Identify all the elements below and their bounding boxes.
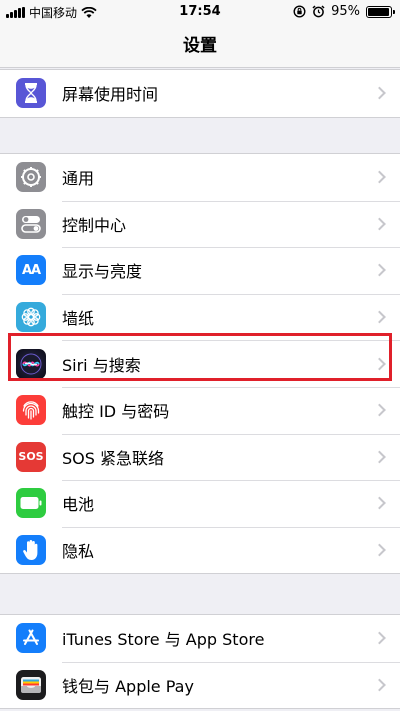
siri-icon xyxy=(16,348,46,379)
toggles-icon xyxy=(16,208,46,239)
settings-item-control-center[interactable]: 控制中心 xyxy=(0,200,400,248)
app-store-icon xyxy=(16,623,46,654)
chevron-right-icon xyxy=(373,631,386,645)
settings-item-wallet-apple-pay[interactable]: 钱包与 Apple Pay xyxy=(0,661,400,709)
settings-item-emergency-sos[interactable]: SOS SOS 紧急联络 xyxy=(0,433,400,481)
settings-item-screen-time[interactable]: 屏幕使用时间 xyxy=(0,70,400,117)
settings-item-label: 隐私 xyxy=(62,542,95,562)
flower-icon xyxy=(16,302,46,333)
settings-item-label: 显示与亮度 xyxy=(62,262,143,282)
display-aa-icon: AA xyxy=(16,255,46,286)
status-right: 95% xyxy=(293,4,395,19)
fingerprint-icon xyxy=(16,395,46,426)
aa-glyph: AA xyxy=(21,262,41,278)
hourglass-icon xyxy=(16,78,46,109)
orientation-lock-icon xyxy=(293,5,306,18)
settings-item-touch-id-passcode[interactable]: 触控 ID 与密码 xyxy=(0,386,400,434)
settings-group-2: 通用 控制中心 AA 显示与亮度 墙纸 Siri 与搜索 触控 ID 与密码 S… xyxy=(0,153,400,575)
settings-item-label: 控制中心 xyxy=(62,215,127,235)
settings-item-label: SOS 紧急联络 xyxy=(62,448,164,468)
chevron-right-icon xyxy=(373,310,386,324)
settings-item-label: 触控 ID 与密码 xyxy=(62,402,170,422)
sos-glyph: SOS xyxy=(18,450,44,464)
chevron-right-icon xyxy=(373,170,386,184)
settings-item-label: 钱包与 Apple Pay xyxy=(62,676,194,696)
hand-icon xyxy=(16,535,46,566)
chevron-right-icon xyxy=(373,543,386,557)
settings-group-3: iTunes Store 与 App Store 钱包与 Apple Pay xyxy=(0,614,400,710)
chevron-right-icon xyxy=(373,450,386,464)
chevron-right-icon xyxy=(373,497,386,510)
settings-group-1: 屏幕使用时间 xyxy=(0,69,400,118)
settings-item-itunes-app-store[interactable]: iTunes Store 与 App Store xyxy=(0,615,400,662)
settings-item-privacy[interactable]: 隐私 xyxy=(0,526,400,574)
chevron-right-icon xyxy=(373,86,386,100)
settings-item-label: 通用 xyxy=(62,169,95,189)
gear-icon xyxy=(16,162,46,193)
settings-item-general[interactable]: 通用 xyxy=(0,154,400,201)
settings-item-label: Siri 与搜索 xyxy=(62,355,141,375)
settings-item-label: 屏幕使用时间 xyxy=(62,85,159,105)
settings-item-wallpaper[interactable]: 墙纸 xyxy=(0,293,400,341)
chevron-right-icon xyxy=(373,264,386,277)
battery-percent: 95% xyxy=(331,4,360,19)
battery-status-icon xyxy=(366,5,395,18)
chevron-right-icon xyxy=(373,357,386,371)
settings-item-siri-search[interactable]: Siri 与搜索 xyxy=(0,340,400,387)
page-title: 设置 xyxy=(0,24,400,68)
alarm-icon xyxy=(312,5,325,18)
battery-icon xyxy=(16,488,46,519)
chevron-right-icon xyxy=(373,217,386,231)
settings-item-label: 电池 xyxy=(62,495,95,515)
settings-item-label: 墙纸 xyxy=(62,309,95,329)
settings-item-display-brightness[interactable]: AA 显示与亮度 xyxy=(0,247,400,294)
chevron-right-icon xyxy=(373,403,386,417)
chevron-right-icon xyxy=(373,678,386,692)
settings-item-label: iTunes Store 与 App Store xyxy=(62,630,265,650)
settings-item-battery[interactable]: 电池 xyxy=(0,480,400,527)
sos-icon: SOS xyxy=(16,441,46,472)
wallet-icon xyxy=(16,669,46,700)
status-bar: 中国移动 17:54 95% xyxy=(0,0,400,24)
